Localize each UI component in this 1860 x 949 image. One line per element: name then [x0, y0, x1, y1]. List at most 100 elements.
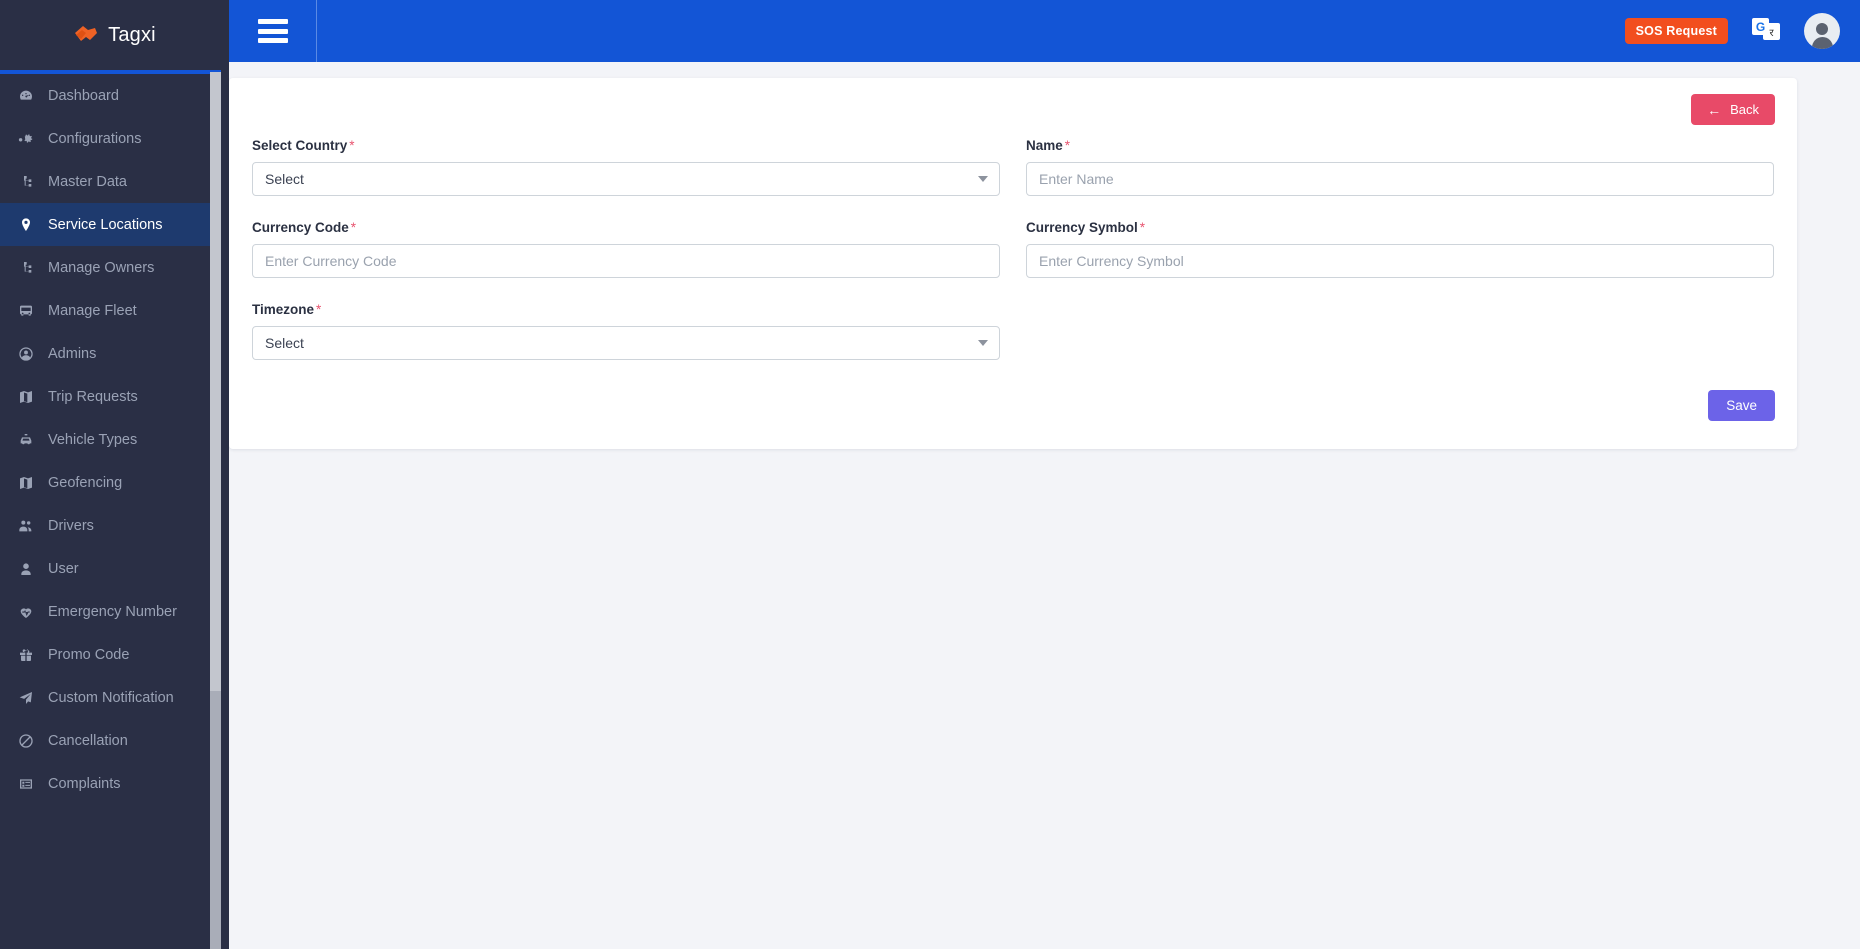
timezone-dropdown[interactable]: Select: [252, 326, 1000, 360]
grid-spacer: [1026, 302, 1774, 384]
map-icon: [18, 389, 48, 405]
sidebar-item-master-data[interactable]: Master Data›: [0, 160, 229, 203]
label-currency-code-text: Currency Code: [252, 220, 349, 235]
required-marker: *: [350, 220, 357, 235]
arrow-left-icon: ←: [1707, 101, 1722, 118]
sidebar-item-label: Dashboard: [48, 87, 119, 104]
sidebar-item-label: Trip Requests: [48, 388, 138, 405]
ban-icon: [18, 733, 48, 749]
save-button[interactable]: Save: [1708, 390, 1775, 421]
back-button-label: Back: [1730, 102, 1759, 117]
app-root: Tagxi DashboardConfigurations›Master Dat…: [0, 0, 1860, 949]
translate-source-glyph: G: [1752, 18, 1769, 35]
select-country-value: Select: [265, 171, 304, 187]
sidebar-item-vehicle-types[interactable]: Vehicle Types: [0, 418, 229, 461]
label-currency-code: Currency Code *: [252, 220, 1000, 235]
card-footer: Save: [251, 390, 1775, 421]
label-timezone-text: Timezone: [252, 302, 315, 317]
label-select-country: Select Country *: [252, 138, 1000, 153]
sidebar-item-label: Geofencing: [48, 474, 123, 491]
sidebar-item-label: Master Data: [48, 173, 127, 190]
user-avatar-icon[interactable]: [1804, 13, 1840, 49]
required-marker: *: [1064, 138, 1071, 153]
users-icon: [18, 518, 48, 534]
sidebar-item-cancellation[interactable]: Cancellation: [0, 719, 229, 762]
sidebar-item-label: Configurations: [48, 130, 142, 147]
sidebar-scrollbar-thumb[interactable]: [210, 72, 221, 691]
user-icon: [18, 561, 48, 577]
label-timezone: Timezone *: [252, 302, 1000, 317]
user-circle-icon: [18, 346, 48, 362]
sidebar-edge: [221, 0, 229, 949]
sidebar-item-trip-requests[interactable]: Trip Requests›: [0, 375, 229, 418]
sidebar-item-label: Admins: [48, 345, 97, 362]
form-grid: Select Country * Select Name * Enter Nam…: [251, 138, 1775, 384]
label-name: Name *: [1026, 138, 1774, 153]
sidebar-item-label: Complaints: [48, 775, 121, 792]
sidebar-item-admins[interactable]: Admins: [0, 332, 229, 375]
sidebar-item-manage-owners[interactable]: Manage Owners›: [0, 246, 229, 289]
select-country-dropdown[interactable]: Select: [252, 162, 1000, 196]
sidebar-item-manage-fleet[interactable]: Manage Fleet: [0, 289, 229, 332]
map-pin-icon: [18, 217, 48, 233]
sos-request-button[interactable]: SOS Request: [1624, 18, 1728, 44]
heartbeat-icon: [18, 604, 48, 620]
sidebar-item-user[interactable]: User›: [0, 547, 229, 590]
sidebar-item-complaints[interactable]: Complaints›: [0, 762, 229, 805]
brand-name: Tagxi: [108, 23, 156, 46]
sidebar-item-promo-code[interactable]: Promo Code: [0, 633, 229, 676]
field-select-country: Select Country * Select: [252, 138, 1000, 196]
list-icon: [18, 776, 48, 792]
sidebar: Tagxi DashboardConfigurations›Master Dat…: [0, 0, 229, 949]
sidebar-item-configurations[interactable]: Configurations›: [0, 117, 229, 160]
topbar: SOS Request र G: [229, 0, 1860, 62]
label-currency-symbol-text: Currency Symbol: [1026, 220, 1138, 235]
sidebar-item-service-locations[interactable]: Service Locations: [0, 203, 229, 246]
handshake-icon: [73, 22, 99, 48]
sitemap-icon: [18, 174, 48, 190]
sidebar-item-label: User: [48, 560, 79, 577]
sitemap-icon: [18, 260, 48, 276]
sidebar-item-custom-notification[interactable]: Custom Notification›: [0, 676, 229, 719]
name-input[interactable]: [1026, 162, 1774, 196]
taxi-icon: [18, 432, 48, 448]
sidebar-nav: Dashboard Configurations›Master Data› Serv…: [0, 74, 229, 805]
label-select-country-text: Select Country: [252, 138, 348, 153]
brand[interactable]: Tagxi: [0, 0, 229, 70]
sidebar-item-label: Drivers: [48, 517, 94, 534]
currency-symbol-input[interactable]: [1026, 244, 1774, 278]
label-name-text: Name: [1026, 138, 1063, 153]
field-currency-symbol: Currency Symbol *: [1026, 220, 1774, 278]
sidebar-item-label: Service Locations: [48, 216, 163, 233]
sidebar-item-label: Emergency Number: [48, 603, 177, 620]
timezone-value: Select: [265, 335, 304, 351]
field-name: Name *: [1026, 138, 1774, 196]
field-timezone: Timezone * Select: [252, 302, 1000, 360]
required-marker: *: [1139, 220, 1146, 235]
sidebar-item-geofencing[interactable]: Geofencing›: [0, 461, 229, 504]
gift-icon: [18, 647, 48, 663]
field-currency-code: Currency Code *: [252, 220, 1000, 278]
sidebar-item-drivers[interactable]: Drivers›: [0, 504, 229, 547]
back-button[interactable]: ← Back: [1691, 94, 1775, 125]
paper-plane-icon: [18, 690, 48, 706]
google-translate-icon[interactable]: र G: [1752, 18, 1780, 44]
sidebar-item-label: Manage Owners: [48, 259, 155, 276]
hamburger-menu-icon[interactable]: [258, 19, 288, 43]
topbar-actions: SOS Request र G: [1624, 13, 1860, 49]
map-icon: [18, 475, 48, 491]
currency-code-input[interactable]: [252, 244, 1000, 278]
required-marker: *: [349, 138, 355, 153]
avatar-figure: [1804, 13, 1840, 49]
service-location-form-card: ← Back Select Country * Select Name * En…: [229, 78, 1797, 449]
card-toolbar: ← Back: [251, 94, 1775, 138]
sidebar-item-label: Cancellation: [48, 732, 128, 749]
sidebar-item-emergency-number[interactable]: Emergency Number: [0, 590, 229, 633]
sidebar-item-dashboard[interactable]: Dashboard: [0, 74, 229, 117]
sidebar-item-label: Promo Code: [48, 646, 130, 663]
bus-icon: [18, 303, 48, 319]
sidebar-item-label: Vehicle Types: [48, 431, 138, 448]
chevron-down-icon: [978, 176, 988, 182]
main-content: ← Back Select Country * Select Name * En…: [229, 62, 1860, 949]
label-currency-symbol: Currency Symbol *: [1026, 220, 1774, 235]
